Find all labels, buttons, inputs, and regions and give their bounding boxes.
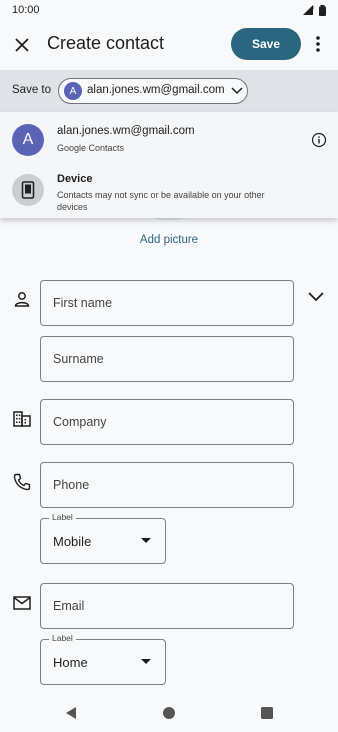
phone-label-select[interactable]: Label Mobile xyxy=(40,512,166,564)
recent-apps-icon[interactable] xyxy=(261,707,273,719)
phone-placeholder: Phone xyxy=(53,478,90,492)
save-button[interactable]: Save xyxy=(231,28,301,60)
dropdown-item-title: Device xyxy=(57,173,93,185)
phone-label-caption: Label xyxy=(49,512,76,522)
phone-icon xyxy=(13,473,31,491)
app-bar: Create contact Save xyxy=(0,22,338,68)
company-icon xyxy=(13,411,31,427)
surname-placeholder: Surname xyxy=(53,352,104,366)
close-icon[interactable] xyxy=(12,35,32,55)
company-field[interactable]: Company xyxy=(40,399,294,445)
chevron-down-icon[interactable] xyxy=(306,289,326,305)
phone-field[interactable]: Phone xyxy=(40,462,294,508)
back-icon[interactable] xyxy=(64,706,78,720)
status-icons: ! xyxy=(303,4,326,16)
more-options-icon[interactable] xyxy=(310,34,326,54)
phone-label-value: Mobile xyxy=(53,534,92,549)
battery-icon xyxy=(319,4,326,16)
save-to-bar: Save to A alan.jones.wm@gmail.com xyxy=(0,70,338,112)
page-title: Create contact xyxy=(47,33,165,53)
first-name-placeholder: First name xyxy=(53,296,113,310)
dropdown-item-google-account[interactable]: A alan.jones.wm@gmail.com Google Contact… xyxy=(0,112,338,164)
account-avatar: A xyxy=(12,124,44,156)
account-dropdown-menu: A alan.jones.wm@gmail.com Google Contact… xyxy=(0,112,338,218)
surname-field[interactable]: Surname xyxy=(40,336,294,382)
signal-icon: ! xyxy=(303,5,314,15)
add-picture-link[interactable]: Add picture xyxy=(0,234,338,246)
email-field[interactable]: Email xyxy=(40,583,294,629)
status-bar: 10:00 ! xyxy=(0,0,338,20)
email-icon xyxy=(13,596,31,610)
dropdown-arrow-icon xyxy=(141,659,151,664)
account-email: alan.jones.wm@gmail.com xyxy=(87,84,225,96)
email-label-caption: Label xyxy=(49,633,76,643)
first-name-field[interactable]: First name xyxy=(40,280,294,326)
dropdown-item-subtitle: Contacts may not sync or be available on… xyxy=(57,190,265,212)
dropdown-item-title: alan.jones.wm@gmail.com xyxy=(57,125,195,137)
dropdown-item-subtitle: Google Contacts xyxy=(57,143,125,153)
dropdown-item-device[interactable]: Device Contacts may not sync or be avail… xyxy=(0,164,338,216)
dropdown-arrow-icon xyxy=(141,538,151,543)
company-placeholder: Company xyxy=(53,415,107,429)
account-selector[interactable]: A alan.jones.wm@gmail.com xyxy=(58,78,248,104)
info-icon[interactable] xyxy=(311,132,327,148)
chevron-down-icon xyxy=(231,87,243,95)
svg-text:!: ! xyxy=(313,6,314,12)
email-label-value: Home xyxy=(53,655,88,670)
save-to-label: Save to xyxy=(12,84,51,96)
home-icon[interactable] xyxy=(162,706,176,720)
system-navigation-bar xyxy=(0,696,338,732)
account-avatar: A xyxy=(64,82,82,100)
status-time: 10:00 xyxy=(12,4,40,16)
email-label-select[interactable]: Label Home xyxy=(40,633,166,685)
person-icon xyxy=(14,292,30,307)
device-icon xyxy=(12,174,44,206)
email-placeholder: Email xyxy=(53,599,85,613)
